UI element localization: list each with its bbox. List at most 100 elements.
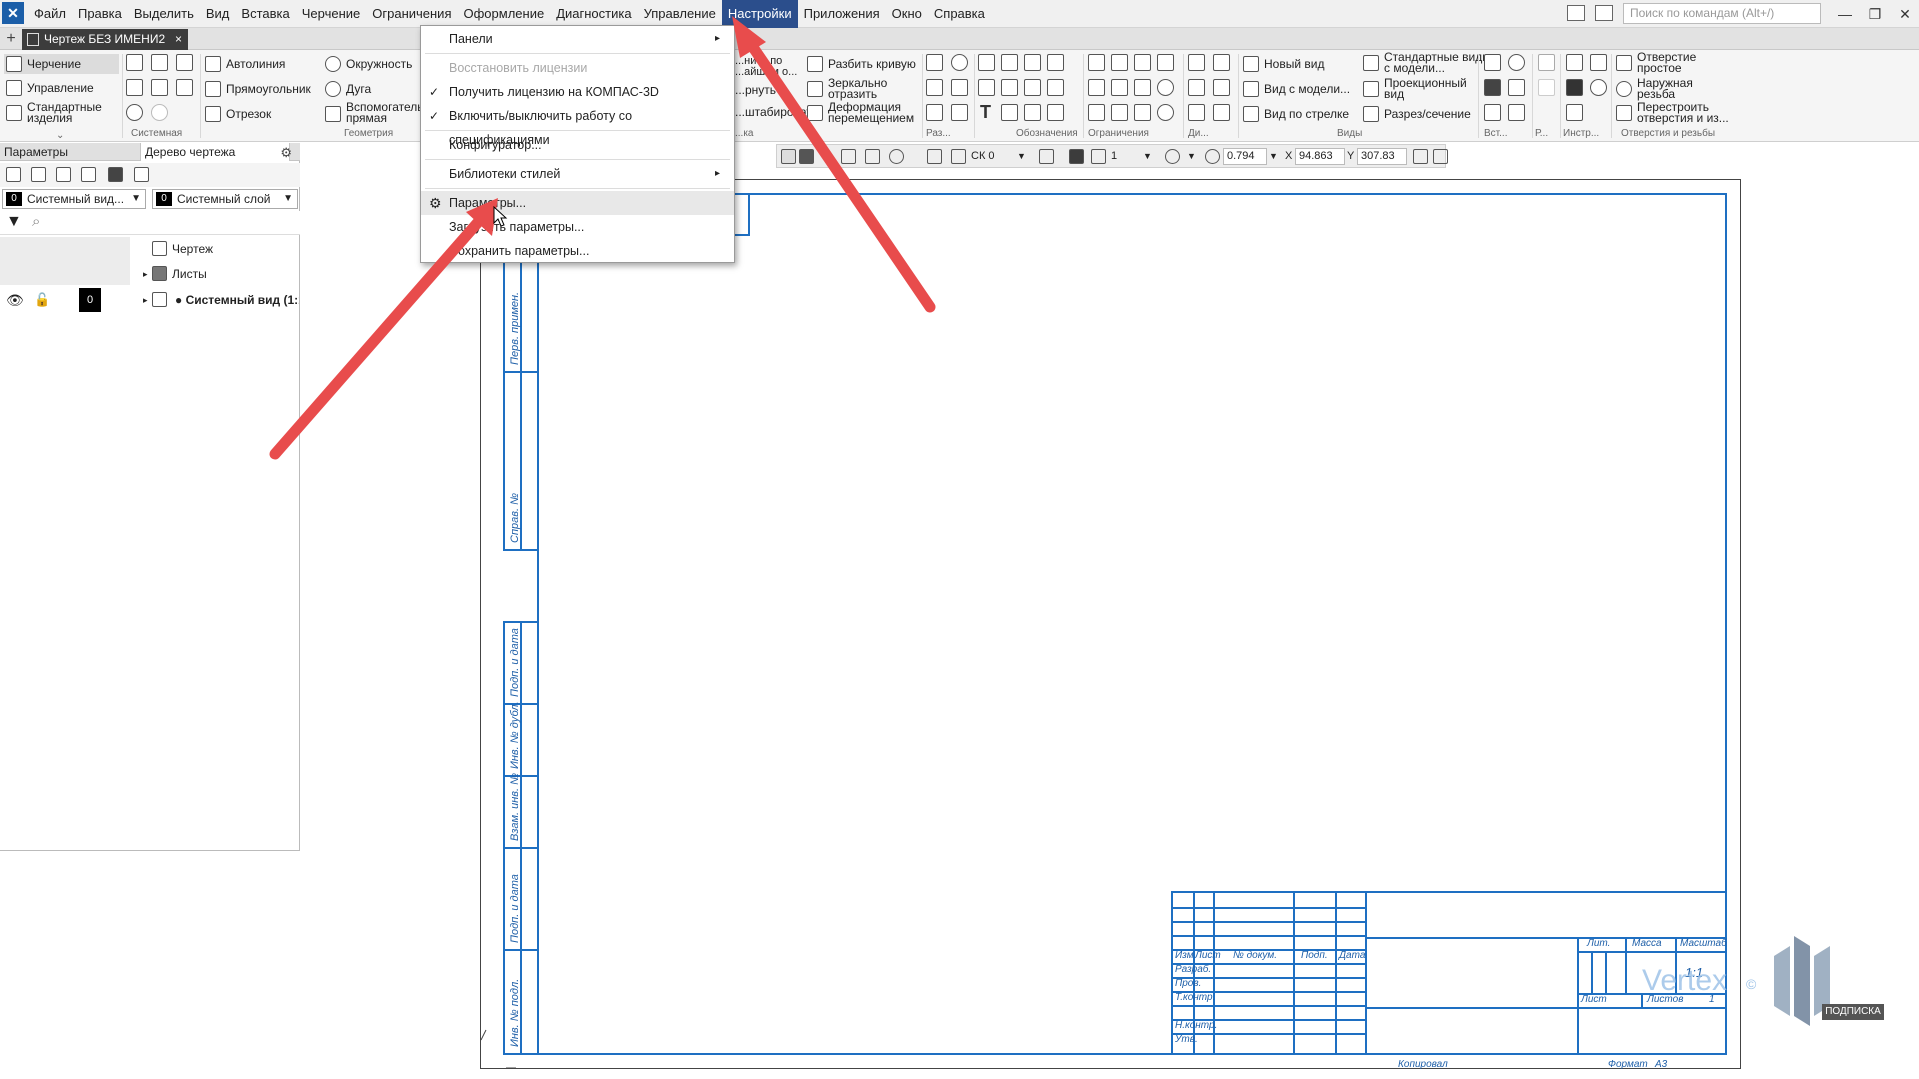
circle-button[interactable]: Окружность <box>325 56 412 72</box>
menu-item-load-parameters[interactable]: Загрузить параметры... <box>421 215 734 239</box>
lock-icon[interactable]: 🔓 <box>34 288 50 312</box>
step-field-icon[interactable] <box>1091 149 1106 164</box>
menu-item-get-license[interactable]: ✓ Получить лицензию на КОМПАС-3D <box>421 80 734 104</box>
snap-2-icon[interactable] <box>865 149 880 164</box>
menu-item-style-libraries[interactable]: Библиотеки стилей ▸ <box>421 162 734 186</box>
diag-4-icon[interactable] <box>1213 79 1230 96</box>
tree-tool-5-icon[interactable] <box>108 167 123 182</box>
insert-view-icon[interactable] <box>1508 54 1525 71</box>
lightning-icon[interactable] <box>1024 104 1041 121</box>
layer-select[interactable]: 0 Системный слой ▼ <box>152 189 298 209</box>
ortho-icon[interactable] <box>799 149 814 164</box>
insert-link-icon[interactable] <box>1508 104 1525 121</box>
coord-system-label[interactable]: СК 0 <box>971 148 995 164</box>
roughness-icon[interactable] <box>1001 54 1018 71</box>
save-all-icon[interactable] <box>176 79 193 96</box>
view-select[interactable]: 0 Системный вид... ▼ <box>2 189 146 209</box>
tree-item-system-view[interactable]: 👁 🔓 0 ▸ ● Системный вид (1:1) <box>0 288 300 312</box>
menu-file[interactable]: Файл <box>28 0 72 28</box>
menu-help[interactable]: Справка <box>928 0 991 28</box>
menu-select[interactable]: Выделить <box>128 0 200 28</box>
coord-system-icon[interactable] <box>951 149 966 164</box>
instr-4-icon[interactable] <box>1590 79 1607 96</box>
standard-views-button[interactable]: Стандартные виды с модели... <box>1363 51 1492 74</box>
new-doc-icon[interactable] <box>126 54 143 71</box>
tree-item-drawing[interactable]: Чертеж <box>0 237 300 261</box>
tab-drawing-tree[interactable]: Дерево чертежа <box>140 143 290 161</box>
merge-points-icon[interactable] <box>1157 104 1174 121</box>
minimize-icon[interactable]: — <box>1830 0 1860 28</box>
grid-icon[interactable] <box>927 149 942 164</box>
r-tool-2-icon[interactable] <box>1538 79 1555 96</box>
menu-item-parameters[interactable]: ⚙ Параметры... <box>421 191 734 215</box>
tree-tool-2-icon[interactable] <box>31 167 46 182</box>
gear-icon[interactable]: ⚙ <box>280 145 292 161</box>
print-icon[interactable] <box>126 79 143 96</box>
insert-image-icon[interactable] <box>1484 79 1501 96</box>
expand-view-icon[interactable]: ▸ <box>143 288 148 312</box>
tree-tool-1-icon[interactable] <box>6 167 21 182</box>
diag-2-icon[interactable] <box>1213 54 1230 71</box>
menu-drafting[interactable]: Черчение <box>296 0 367 28</box>
menu-view[interactable]: Вид <box>200 0 236 28</box>
insert-table-icon[interactable] <box>1484 104 1501 121</box>
save-icon[interactable] <box>176 54 193 71</box>
tab-close-icon[interactable]: × <box>175 29 182 50</box>
diag-6-icon[interactable] <box>1213 104 1230 121</box>
angle-icon[interactable] <box>951 104 968 121</box>
perpendicular-icon[interactable] <box>1111 54 1128 71</box>
menu-format[interactable]: Оформление <box>458 0 551 28</box>
insert-fragment-icon[interactable] <box>1484 54 1501 71</box>
section-button[interactable]: Разрез/сечение <box>1363 106 1471 122</box>
tree-tool-4-icon[interactable] <box>81 167 96 182</box>
zoom-dropdown-icon[interactable]: ▼ <box>1187 148 1196 164</box>
position-icon[interactable] <box>1047 54 1064 71</box>
equal-icon[interactable] <box>1111 104 1128 121</box>
ribbon-tab-standard-parts[interactable]: Стандартные изделия <box>6 101 105 124</box>
document-tab[interactable]: Чертеж БЕЗ ИМЕНИ2 × <box>22 29 188 50</box>
menu-constraints[interactable]: Ограничения <box>366 0 457 28</box>
chamfer-icon[interactable] <box>926 79 943 96</box>
menu-settings[interactable]: Настройки <box>721 0 798 28</box>
fillet-icon[interactable] <box>926 54 943 71</box>
instr-2-icon[interactable] <box>1590 54 1607 71</box>
parallel-icon[interactable] <box>1088 54 1105 71</box>
axis-icon[interactable] <box>1047 79 1064 96</box>
view-from-model-button[interactable]: Вид с модели... <box>1243 81 1350 97</box>
menu-edit[interactable]: Правка <box>72 0 128 28</box>
trim-icon[interactable] <box>951 79 968 96</box>
rectangle-button[interactable]: Прямоугольник <box>205 81 311 97</box>
leader-icon[interactable] <box>978 54 995 71</box>
insert-object-icon[interactable] <box>1508 79 1525 96</box>
horizontal-icon[interactable] <box>1088 79 1105 96</box>
ribbon-expand-arrow[interactable]: ⌄ <box>56 130 64 141</box>
grid-dots-icon[interactable] <box>781 149 796 164</box>
tab-parameters[interactable]: Параметры <box>0 143 140 161</box>
center-mark-icon[interactable] <box>1024 79 1041 96</box>
partial-item-2[interactable]: ...рнуть <box>735 84 776 96</box>
collinear-icon[interactable] <box>1157 54 1174 71</box>
menu-item-configurator[interactable]: Конфигуратор... <box>421 133 734 157</box>
menu-window[interactable]: Окно <box>886 0 928 28</box>
menu-item-panels[interactable]: Панели ▸ <box>421 27 734 51</box>
layout-single-icon[interactable] <box>1567 5 1585 21</box>
menu-diagnostics[interactable]: Диагностика <box>550 0 637 28</box>
simple-hole-button[interactable]: Отверстие простое <box>1616 51 1707 74</box>
text-a-icon[interactable] <box>978 79 995 96</box>
point-on-curve-icon[interactable] <box>1088 104 1105 121</box>
filter-icon[interactable]: ▼ <box>6 213 22 231</box>
menu-item-save-parameters[interactable]: Сохранить параметры... <box>421 239 734 263</box>
hatch-icon[interactable] <box>951 54 968 71</box>
external-thread-button[interactable]: Наружная резьба <box>1616 77 1707 100</box>
partial-item-1[interactable]: ...нить по ...айшим о... <box>735 56 805 78</box>
base-icon[interactable] <box>1024 54 1041 71</box>
projection-view-button[interactable]: Проекционный вид <box>1363 77 1479 100</box>
visibility-eye-icon[interactable]: 👁 <box>6 288 24 312</box>
cs-dropdown-icon[interactable]: ▼ <box>1017 148 1026 164</box>
table-icon[interactable] <box>1001 104 1018 121</box>
autoline-button[interactable]: Автолиния <box>205 56 285 72</box>
open-icon[interactable] <box>151 54 168 71</box>
menu-manage[interactable]: Управление <box>638 0 722 28</box>
menu-insert[interactable]: Вставка <box>235 0 295 28</box>
redo-icon[interactable] <box>151 104 168 121</box>
